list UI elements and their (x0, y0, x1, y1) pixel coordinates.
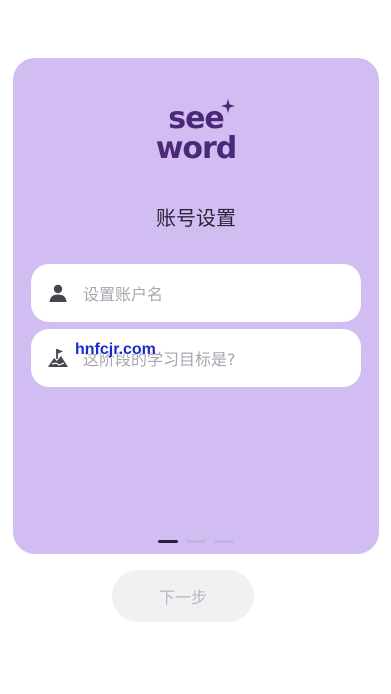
username-field[interactable]: 设置账户名 (31, 264, 361, 322)
seeword-logo: see word (13, 104, 379, 164)
next-step-button[interactable]: 下一步 (112, 570, 254, 622)
page-dot-3 (214, 540, 234, 543)
watermark-text: hnfcjr.com (75, 341, 156, 358)
pagination-dots (13, 540, 379, 543)
user-icon (47, 282, 69, 304)
page-dot-2 (186, 540, 206, 543)
logo-line-1: see (168, 101, 225, 136)
username-placeholder: 设置账户名 (83, 285, 164, 304)
sparkle-icon (221, 99, 235, 113)
goal-mountain-flag-icon (47, 347, 69, 369)
page-title: 账号设置 (156, 206, 236, 230)
page-dot-1 (158, 540, 178, 543)
onboarding-card: see word 账号设置 设置账户名 这阶段的学习目标是? hnfcjr.co… (13, 58, 379, 554)
logo-line-2: word (155, 131, 238, 166)
